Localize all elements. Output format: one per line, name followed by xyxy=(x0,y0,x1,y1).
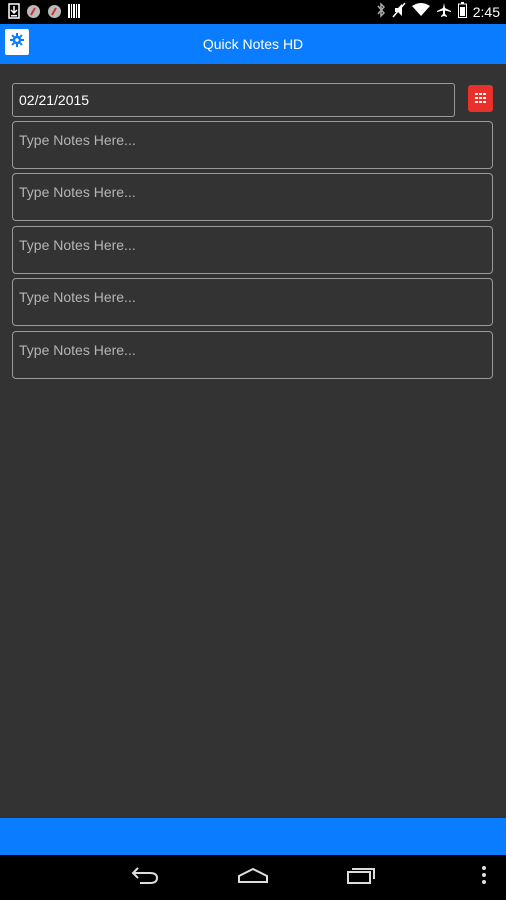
back-icon xyxy=(130,865,160,890)
overflow-menu-icon xyxy=(481,865,487,890)
recents-icon xyxy=(346,866,376,889)
bluetooth-icon xyxy=(376,2,386,21)
app-icon-1 xyxy=(26,4,41,24)
wifi-icon xyxy=(411,3,430,20)
navigation-bar xyxy=(0,855,506,900)
screen: 2:45 Quick Notes HD 02/21/2015 Type Note… xyxy=(0,0,506,900)
status-right-icons: 2:45 xyxy=(376,2,500,21)
app-title: Quick Notes HD xyxy=(202,36,304,52)
home-button[interactable] xyxy=(236,863,270,891)
battery-icon xyxy=(457,2,467,21)
note-input-2[interactable] xyxy=(12,173,493,221)
status-clock: 2:45 xyxy=(472,3,500,20)
note-input-1[interactable] xyxy=(12,121,493,169)
overflow-menu-button[interactable] xyxy=(476,863,492,891)
app-bar: Quick Notes HD xyxy=(0,24,506,64)
status-left-icons xyxy=(8,3,80,24)
bottom-bar xyxy=(0,818,506,855)
download-icon xyxy=(8,3,20,24)
status-bar: 2:45 xyxy=(0,0,506,24)
note-input-4[interactable] xyxy=(12,278,493,326)
back-button[interactable] xyxy=(128,863,162,891)
barcode-icon xyxy=(68,4,80,23)
gear-icon xyxy=(10,32,24,52)
app-icon-2 xyxy=(47,4,62,24)
date-field[interactable]: 02/21/2015 xyxy=(12,83,455,117)
mute-icon xyxy=(392,2,406,21)
recents-button[interactable] xyxy=(344,863,378,891)
settings-button[interactable] xyxy=(5,29,29,55)
calendar-button[interactable] xyxy=(468,85,493,112)
airplane-icon xyxy=(436,2,452,21)
home-icon xyxy=(237,866,269,889)
note-input-5[interactable] xyxy=(12,331,493,379)
note-input-3[interactable] xyxy=(12,226,493,274)
calendar-grid-icon xyxy=(475,90,486,108)
